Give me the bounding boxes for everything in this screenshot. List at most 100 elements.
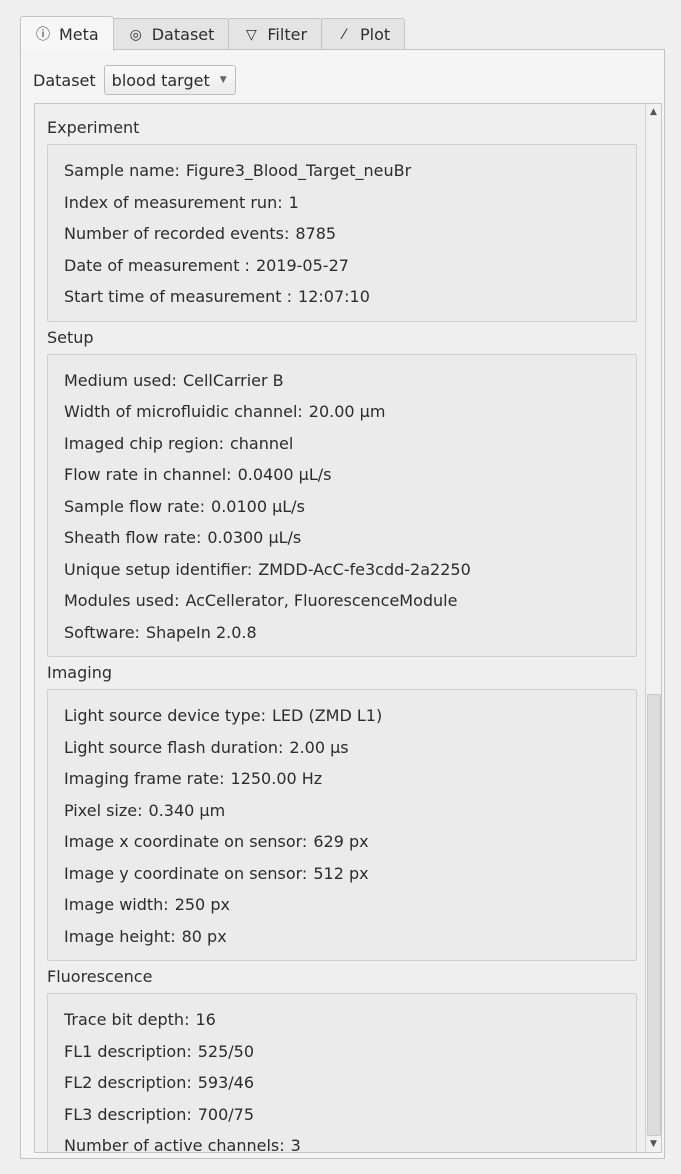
property-value: 593/46: [197, 1073, 255, 1092]
property-label: Image y coordinate on sensor:: [64, 863, 308, 883]
property-label: Imaged chip region:: [64, 433, 224, 453]
dataset-combobox-value: blood target: [111, 70, 210, 90]
tab-filter-label: Filter: [267, 25, 308, 44]
property-label: Width of microfluidic channel:: [64, 402, 303, 421]
property-value: AcCellerator, FluorescenceModule: [185, 591, 458, 610]
property-value: 525/50: [197, 1041, 255, 1061]
property-value: 2019-05-27: [255, 255, 349, 275]
group-title-experiment: Experiment: [47, 118, 140, 137]
scroll-down-arrow-icon[interactable]: ▼: [646, 1136, 661, 1152]
property-label: Image height:: [64, 926, 176, 946]
property-row: Software: ShapeIn 2.0.8: [64, 617, 620, 649]
property-value: 20.00 µm: [308, 402, 386, 421]
group-box-experiment: Sample name: Figure3_Blood_Target_neuBr In…: [47, 144, 637, 322]
property-row: Image height: 80 px: [64, 921, 620, 953]
property-row: Light source device type: LED (ZMD L1): [64, 700, 620, 732]
property-value: Figure3_Blood_Target_neuBr: [185, 161, 412, 180]
property-row: Sample flow rate: 0.0100 µL/s: [64, 491, 620, 523]
property-value: 0.340 µm: [148, 800, 226, 820]
tab-dataset-label: Dataset: [151, 25, 215, 44]
property-value: CellCarrier B: [182, 370, 284, 390]
property-label: Medium used:: [64, 370, 177, 390]
property-label: FL1 description:: [64, 1041, 192, 1061]
property-label: Unique setup identifier:: [64, 559, 253, 579]
scrollbar-handle[interactable]: [647, 694, 661, 1136]
property-row: Start time of measurement : 12:07:10: [64, 281, 620, 313]
property-value: 1: [288, 192, 299, 212]
property-label: Flow rate in channel:: [64, 465, 232, 484]
property-label: Sheath flow rate:: [64, 528, 202, 547]
property-label: Sample flow rate:: [64, 496, 206, 516]
property-value: channel: [229, 433, 294, 453]
property-row: Image x coordinate on sensor: 629 px: [64, 826, 620, 858]
property-value: 2.00 µs: [289, 737, 349, 757]
info-icon: ⓘ: [36, 27, 50, 43]
tab-dataset[interactable]: ◎ Dataset: [112, 18, 230, 50]
property-row: Light source flash duration: 2.00 µs: [64, 732, 620, 764]
property-value: 12:07:10: [298, 287, 370, 306]
property-value: 700/75: [197, 1104, 255, 1124]
property-row: Sheath flow rate: 0.0300 µL/s: [64, 522, 620, 554]
tab-plot-label: Plot: [360, 25, 391, 44]
group-box-setup: Medium used: CellCarrier B Width of microf…: [47, 353, 637, 657]
property-value: 3: [290, 1136, 301, 1153]
property-label: Index of measurement run:: [64, 192, 283, 212]
property-label: Light source device type:: [64, 706, 267, 725]
property-row: Imaged chip region: channel: [64, 428, 620, 460]
property-row: FL3 description: 700/75: [64, 1099, 620, 1131]
plot-icon: ⁄: [342, 26, 346, 43]
tab-meta[interactable]: ⓘ Meta: [20, 16, 114, 51]
property-label: Sample name:: [64, 161, 180, 180]
property-row: Image width: 250 px: [64, 889, 620, 921]
tab-filter[interactable]: ▽ Filter: [228, 18, 323, 50]
metadata-scroll-area[interactable]: Experiment Sample name: Figure3_Blood_Targ…: [34, 103, 662, 1153]
property-value: 80 px: [181, 926, 227, 946]
property-value: 1250.00 Hz: [230, 769, 323, 788]
dataset-combobox[interactable]: blood target ▼: [103, 65, 236, 95]
metadata-groups: Experiment Sample name: Figure3_Blood_Targ…: [47, 104, 637, 1153]
property-row: Sample name: Figure3_Blood_Target_neuBr: [64, 155, 620, 187]
property-row: Modules used: AcCellerator, FluorescenceM…: [64, 585, 620, 617]
property-row: Trace bit depth: 16: [64, 1004, 620, 1036]
property-row: Number of recorded events: 8785: [64, 218, 620, 250]
property-label: Imaging frame rate:: [64, 769, 225, 788]
property-value: 8785: [295, 224, 337, 243]
property-label: Number of active channels:: [64, 1136, 285, 1153]
filter-icon: ▽: [246, 26, 257, 43]
property-row: Image y coordinate on sensor: 512 px: [64, 858, 620, 890]
property-value: 250 px: [174, 895, 230, 914]
dataset-icon: ◎: [129, 26, 142, 43]
group-box-fluorescence: Trace bit depth: 16 FL1 description: 525/50…: [47, 993, 637, 1153]
property-label: Date of measurement :: [64, 255, 250, 275]
property-row: FL1 description: 525/50: [64, 1036, 620, 1068]
tab-meta-label: Meta: [59, 24, 99, 44]
property-row: Imaging frame rate: 1250.00 Hz: [64, 763, 620, 795]
property-row: Flow rate in channel: 0.0400 µL/s: [64, 459, 620, 491]
property-label: FL2 description:: [64, 1073, 192, 1092]
property-row: Unique setup identifier: ZMDD-AcC-fe3cdd-…: [64, 554, 620, 586]
property-value: LED (ZMD L1): [272, 706, 383, 725]
property-value: 0.0400 µL/s: [237, 465, 332, 484]
group-title-setup: Setup: [47, 327, 94, 347]
property-value: 629 px: [313, 832, 369, 851]
meta-panel: Dataset blood target ▼ Experiment Sample …: [20, 49, 665, 1159]
property-row: FL2 description: 593/46: [64, 1067, 620, 1099]
group-box-imaging: Light source device type: LED (ZMD L1) Lig…: [47, 689, 637, 961]
property-row: Medium used: CellCarrier B: [64, 365, 620, 397]
property-label: Start time of measurement :: [64, 287, 293, 306]
chevron-down-icon: ▼: [219, 75, 227, 85]
tab-plot[interactable]: ⁄ Plot: [321, 18, 406, 50]
property-value: ShapeIn 2.0.8: [145, 622, 257, 642]
scroll-up-arrow-icon[interactable]: ▲: [646, 104, 661, 120]
property-value: 16: [195, 1010, 216, 1029]
property-label: Trace bit depth:: [64, 1010, 190, 1029]
tab-bar: ⓘ Meta ◎ Dataset ▽ Filter ⁄ Plot: [20, 16, 406, 51]
group-title-fluorescence: Fluorescence: [47, 967, 153, 986]
dataset-selector-row: Dataset blood target ▼: [33, 65, 236, 95]
property-value: 512 px: [313, 863, 369, 883]
property-value: 0.0100 µL/s: [211, 496, 305, 516]
property-value: ZMDD-AcC-fe3cdd-2a2250: [258, 559, 471, 579]
property-label: FL3 description:: [64, 1104, 192, 1124]
vertical-scrollbar[interactable]: ▲ ▼: [645, 104, 661, 1152]
property-label: Image x coordinate on sensor:: [64, 832, 308, 851]
